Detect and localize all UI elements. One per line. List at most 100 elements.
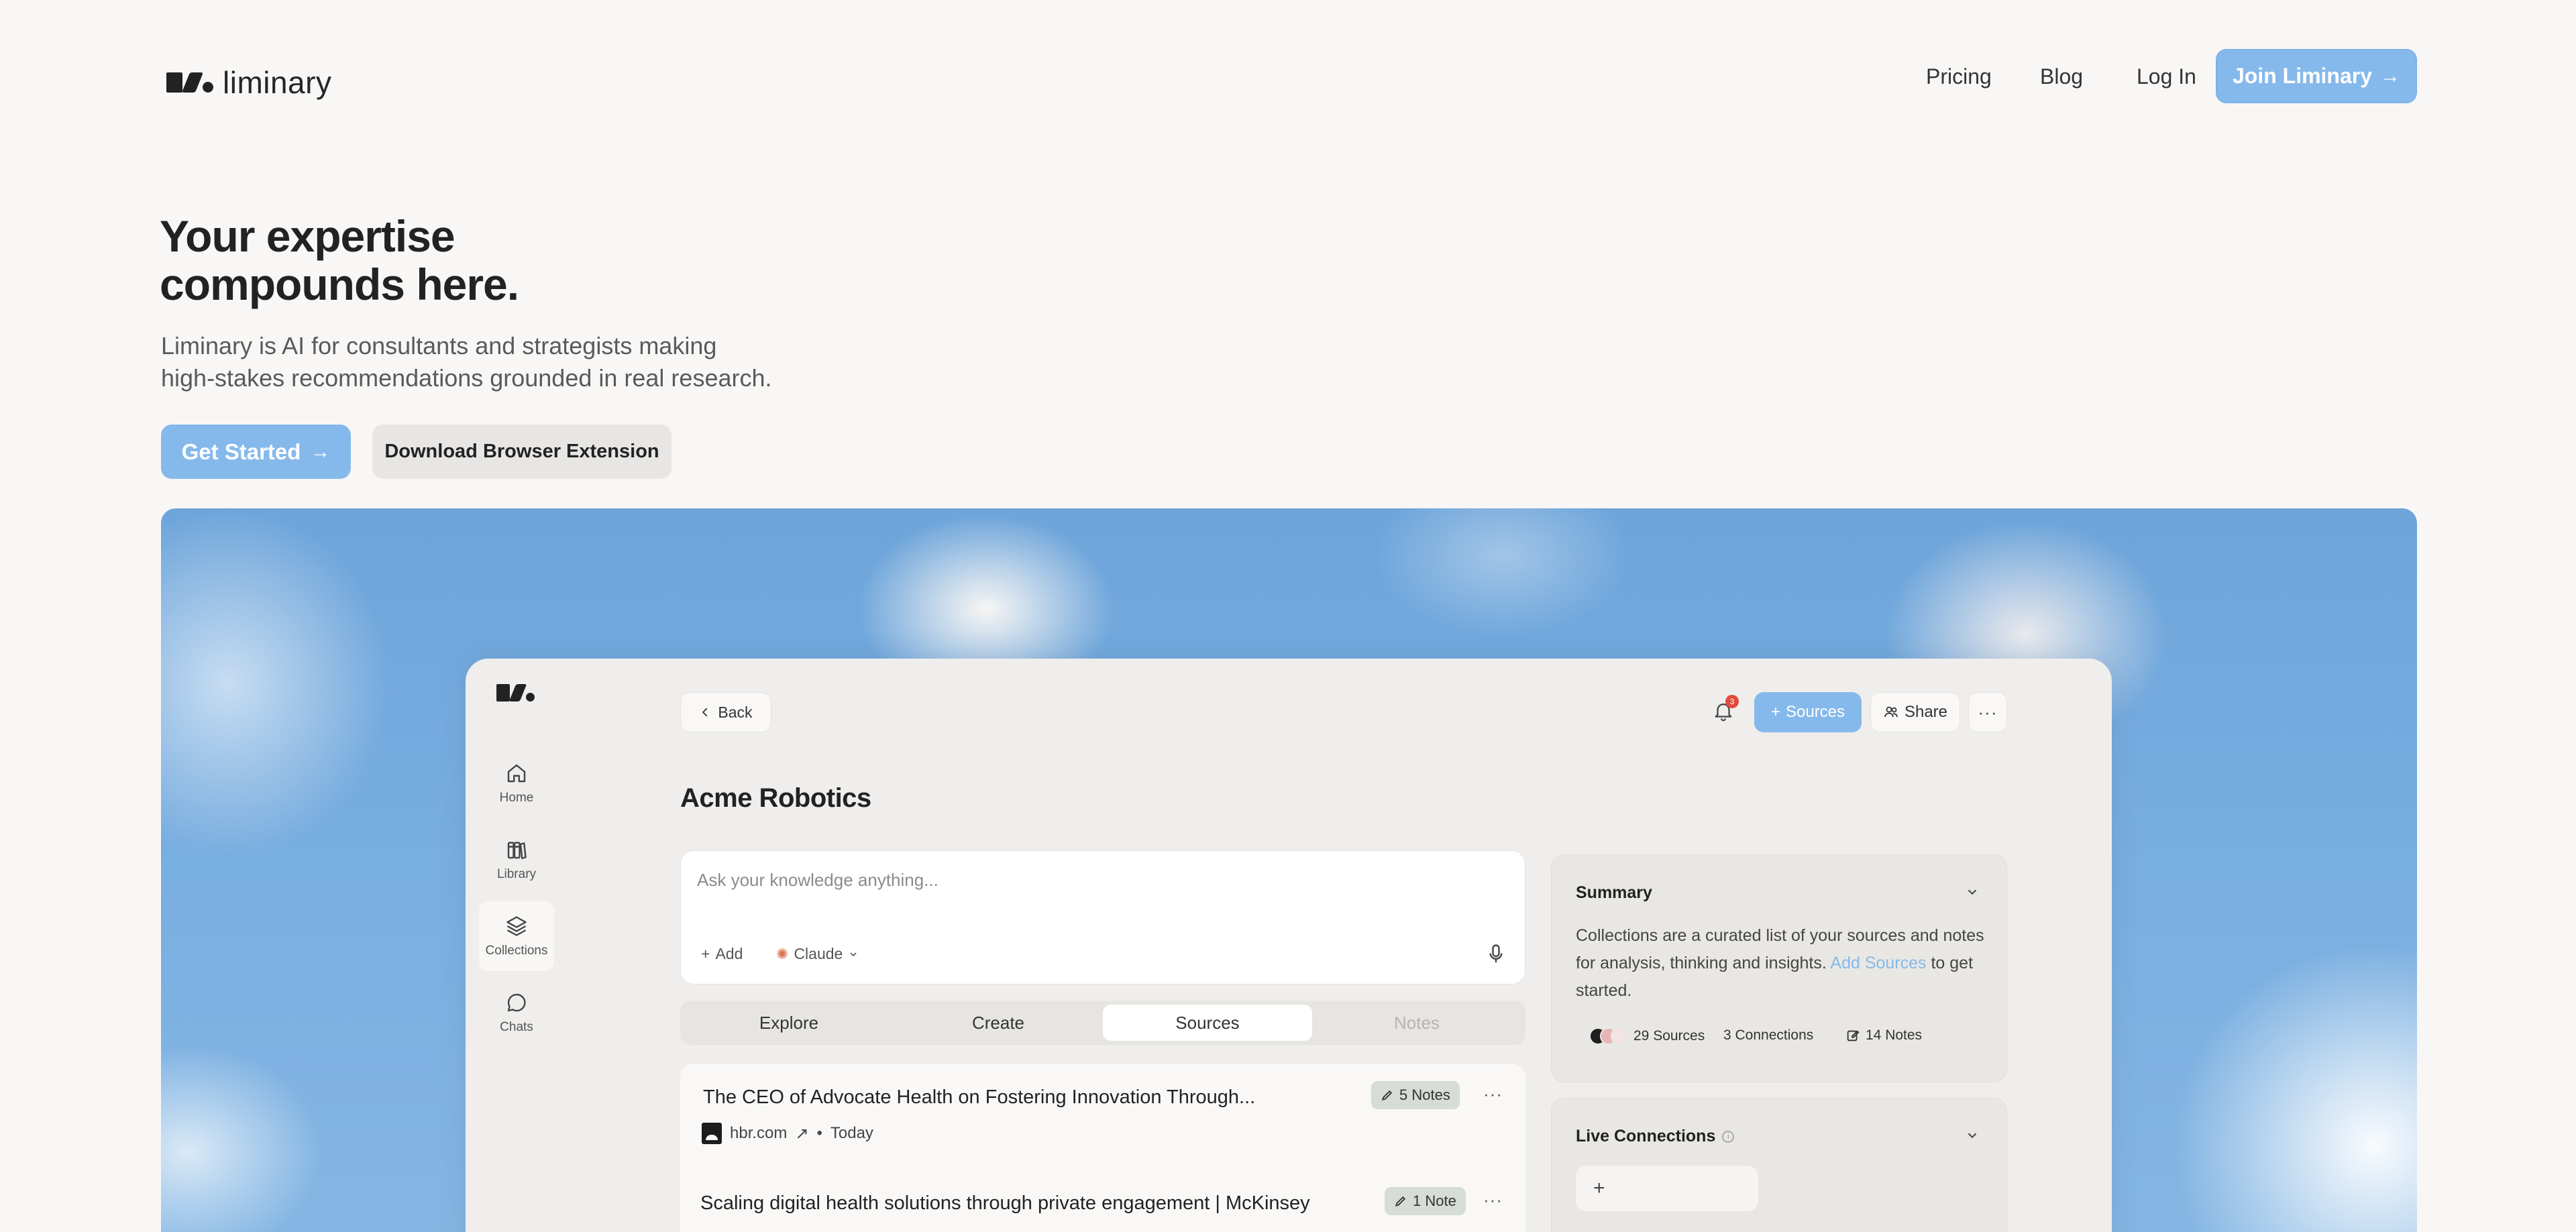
- people-icon: [1884, 706, 1898, 718]
- external-link-icon[interactable]: ↗: [795, 1124, 808, 1143]
- model-label: Claude: [794, 945, 843, 962]
- info-icon[interactable]: i: [1722, 1130, 1735, 1143]
- hero-headline-line1: Your expertise: [160, 211, 455, 261]
- sidebar-label: Library: [496, 867, 537, 881]
- sidebar-label: Home: [499, 791, 534, 805]
- pencil-icon: [1382, 1090, 1393, 1101]
- share-label: Share: [1904, 703, 1948, 721]
- add-attachment-button[interactable]: + Add: [701, 945, 743, 963]
- notes-count-label: 5 Notes: [1399, 1086, 1450, 1103]
- list-item[interactable]: The CEO of Advocate Health on Fostering …: [680, 1064, 1525, 1164]
- download-extension-label: Download Browser Extension: [384, 441, 659, 462]
- hero-sky-background: Home Library Collections Chats Back 3 + …: [161, 508, 2417, 1232]
- chevron-down-icon[interactable]: [1965, 1128, 1980, 1143]
- connections-count: 3 Connections: [1723, 1027, 1814, 1043]
- bullet-separator: •: [816, 1124, 822, 1142]
- sources-count: 29 Sources: [1633, 1028, 1705, 1044]
- edit-note-icon: [1847, 1030, 1860, 1042]
- tab-create[interactable]: Create: [894, 1005, 1103, 1041]
- connections-stat[interactable]: 3 Connections: [1723, 1027, 1813, 1044]
- notes-count-badge[interactable]: 5 Notes: [1371, 1081, 1460, 1109]
- row-more-button[interactable]: ···: [1483, 1190, 1503, 1211]
- collection-title: Acme Robotics: [680, 783, 871, 813]
- source-list: The CEO of Advocate Health on Fostering …: [680, 1064, 1525, 1232]
- app-preview-window: Home Library Collections Chats Back 3 + …: [466, 659, 2112, 1232]
- more-options-button[interactable]: ···: [1968, 692, 2007, 732]
- logo-mark-icon: [166, 72, 213, 93]
- tab-notes[interactable]: Notes: [1312, 1005, 1521, 1041]
- list-item[interactable]: Scaling digital health solutions through…: [680, 1164, 1525, 1232]
- hero-headline: Your expertise compounds here.: [160, 212, 830, 309]
- source-meta: hbr.com ↗ • Today: [702, 1123, 873, 1144]
- source-domain[interactable]: hbr.com: [730, 1124, 787, 1143]
- plus-icon: +: [701, 945, 710, 962]
- notes-stat[interactable]: 14 Notes: [1845, 1027, 1922, 1044]
- notes-count-badge[interactable]: 1 Note: [1385, 1187, 1466, 1215]
- sidebar-item-library[interactable]: Library: [479, 825, 554, 895]
- nav-link-blog[interactable]: Blog: [2040, 64, 2083, 89]
- model-selector[interactable]: ✺ Claude: [776, 945, 859, 963]
- plus-icon: +: [1770, 703, 1780, 721]
- nav-link-pricing[interactable]: Pricing: [1926, 64, 1992, 89]
- add-sources-button[interactable]: + Sources: [1754, 692, 1862, 732]
- chevron-left-icon: [702, 708, 708, 717]
- tab-sources[interactable]: Sources: [1103, 1005, 1312, 1041]
- home-icon: [507, 764, 526, 783]
- row-more-button[interactable]: ···: [1483, 1084, 1503, 1105]
- collection-tabs: Explore Create Sources Notes: [680, 1001, 1525, 1045]
- chevron-down-icon: [850, 952, 857, 956]
- hero-headline-line2: compounds here.: [160, 260, 519, 309]
- hbr-favicon-icon: [702, 1123, 722, 1144]
- live-connections-heading: Live Connections: [1576, 1127, 1716, 1145]
- arrow-right-icon: →: [2380, 64, 2401, 87]
- library-icon: [507, 842, 527, 859]
- ask-input[interactable]: [697, 870, 1502, 891]
- sidebar-item-collections[interactable]: Collections: [479, 901, 554, 971]
- live-connections-panel: Live Connections i +: [1551, 1098, 2007, 1232]
- microphone-icon[interactable]: [1487, 942, 1505, 966]
- notes-count: 14 Notes: [1866, 1027, 1923, 1043]
- source-avatars: [1589, 1027, 1628, 1045]
- add-connection-button[interactable]: +: [1576, 1166, 1758, 1211]
- app-logo-icon[interactable]: [496, 684, 535, 702]
- hero-sub-line1: Liminary is AI for consultants and strat…: [161, 332, 717, 359]
- sidebar-item-home[interactable]: Home: [479, 748, 554, 818]
- hero-sub-line2: high-stakes recommendations grounded in …: [161, 364, 772, 392]
- claude-sparkle-icon: ✺: [776, 945, 789, 962]
- get-started-button[interactable]: Get Started →: [161, 425, 351, 479]
- share-button[interactable]: Share: [1870, 692, 1960, 732]
- source-date: Today: [830, 1124, 873, 1142]
- sidebar-item-chats[interactable]: Chats: [479, 978, 554, 1048]
- layers-icon: [506, 916, 527, 936]
- join-button[interactable]: Join Liminary →: [2216, 49, 2417, 103]
- hero-subheadline: Liminary is AI for consultants and strat…: [161, 330, 899, 394]
- notifications-button[interactable]: 3: [1712, 695, 1739, 727]
- summary-heading: Summary: [1576, 883, 1652, 902]
- add-sources-link[interactable]: Add Sources: [1830, 954, 1926, 972]
- summary-text: Collections are a curated list of your s…: [1576, 922, 1992, 1005]
- live-connections-heading-row: Live Connections i: [1576, 1127, 1735, 1146]
- back-label: Back: [718, 703, 753, 721]
- sources-label: Sources: [1785, 703, 1845, 721]
- nav-link-login[interactable]: Log In: [2137, 64, 2196, 89]
- chevron-down-icon[interactable]: [1965, 885, 1980, 899]
- pencil-icon: [1395, 1196, 1406, 1207]
- get-started-label: Get Started: [181, 439, 301, 464]
- ellipsis-icon: ···: [1978, 702, 1998, 722]
- brand-logo[interactable]: liminary: [166, 64, 331, 101]
- chat-bubble-icon: [507, 993, 526, 1012]
- plus-icon: +: [1593, 1177, 1605, 1199]
- brand-name: liminary: [223, 65, 332, 100]
- join-button-label: Join Liminary: [2232, 64, 2373, 88]
- top-nav: liminary Pricing Blog Log In Join Limina…: [0, 0, 2576, 154]
- sidebar-label: Collections: [485, 944, 548, 958]
- back-button[interactable]: Back: [680, 692, 771, 732]
- download-extension-button[interactable]: Download Browser Extension: [372, 425, 672, 479]
- tab-explore[interactable]: Explore: [684, 1005, 894, 1041]
- add-label: Add: [715, 945, 743, 962]
- arrow-right-icon: →: [310, 440, 331, 463]
- sources-stat[interactable]: 29 Sources: [1589, 1027, 1705, 1045]
- source-title: Scaling digital health solutions through…: [700, 1192, 1310, 1214]
- sidebar-label: Chats: [500, 1020, 533, 1034]
- source-title: The CEO of Advocate Health on Fostering …: [703, 1086, 1256, 1108]
